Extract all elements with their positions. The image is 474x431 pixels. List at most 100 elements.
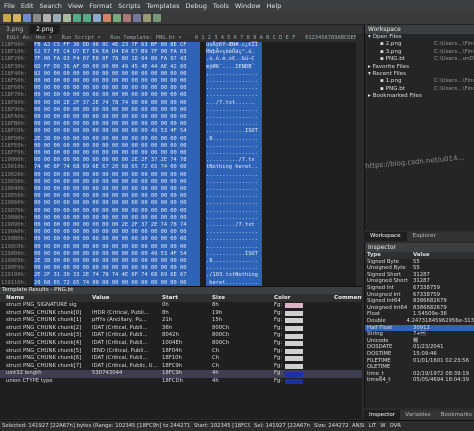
menu-help[interactable]: Help [267,2,282,10]
compare-icon[interactable] [153,14,161,22]
hex-row[interactable]: 118F40h: 82 00 00 00 00 00 00 00 00 00 00… [0,70,362,78]
row-hex-bytes[interactable]: 00 00 00 00 00 00 00 00 00 00 00 00 00 0… [34,265,200,273]
inspector-row[interactable]: Unsigned Int64 8386682679 [365,305,474,312]
tab-variables[interactable]: Variables [400,410,436,420]
inspector-value[interactable]: 8386682679 [413,298,447,305]
inspector-row[interactable]: Unicode 稷 [365,338,474,345]
col-start[interactable]: Start [162,294,212,302]
row-ascii[interactable]: .../7.txt...... [206,99,262,107]
menu-templates[interactable]: Templates [146,2,179,10]
row-ascii[interactable]: ./103.txtNothing [206,272,262,280]
hex-row[interactable]: 1190F0h: 00 00 00 00 00 00 00 00 00 00 00… [0,265,362,273]
workspace-file-item[interactable]: ▪ 1.pngC:\Users...\Findme\ [368,78,474,85]
color-swatch[interactable] [285,303,304,309]
row-ascii[interactable]: ................ [206,200,262,208]
inspector-value[interactable]: 稷 [413,338,418,345]
tab-workspace[interactable]: Workspace [364,232,407,241]
hex-row[interactable]: 118F00h: FB A2 C5 FF 36 DD 96 8C 4E 23 7F… [0,42,362,50]
row-hex-bytes[interactable]: 00 00 00 00 00 00 00 00 00 2E 2F 37 2E 7… [34,222,200,230]
col-comment[interactable]: Comment [334,294,362,302]
row-ascii[interactable]: ................ [206,142,262,150]
open-folder-icon[interactable] [13,14,21,22]
inspector-value[interactable]: 67338759 [413,292,440,299]
row-hex-bytes[interactable]: 00 00 00 00 00 00 00 00 00 00 00 00 00 0… [34,236,200,244]
color-swatch[interactable] [285,379,304,385]
hex-row[interactable]: 119020h: 00 00 00 00 00 00 00 00 00 00 00… [0,171,362,179]
save-icon[interactable] [23,14,31,22]
row-ascii[interactable]: tNothing heret.. [206,164,262,172]
color-swatch[interactable] [285,318,304,324]
color-swatch[interactable] [285,348,304,354]
hex-row[interactable]: 119010h: 74 4E 6F 74 68 69 6E 67 20 68 65… [0,164,362,172]
row-hex-bytes[interactable]: 00 00 00 00 00 00 00 00 00 00 00 00 49 5… [34,128,200,136]
row-hex-bytes[interactable]: 00 00 00 00 00 00 00 00 00 00 00 00 00 0… [34,207,200,215]
replace-icon[interactable] [103,14,111,22]
inspector-value[interactable]: 31287 [413,278,430,285]
color-swatch[interactable] [285,364,304,370]
inspector-value[interactable]: 67338759 [413,285,440,292]
row-ascii[interactable]: .ú.ô.è.x€..‰ú—C [206,56,262,64]
inspector-value[interactable]: 55 [413,259,420,266]
color-swatch[interactable] [285,341,304,347]
row-ascii[interactable]: ‚............... [206,70,262,78]
hex-row[interactable]: 119070h: 00 00 00 00 00 00 00 00 00 00 00… [0,207,362,215]
row-hex-bytes[interactable]: 6D FF D8 36 AF 00 00 00 00 49 45 4E 44 A… [34,63,200,71]
hex-row[interactable]: 118F20h: 7F 00 FA 03 F4 07 E8 0F 78 80 1D… [0,56,362,64]
hex-row[interactable]: 118F90h: 00 00 00 00 00 00 00 00 00 00 00… [0,106,362,114]
inspector-row[interactable]: Signed Int 67338759 [365,285,474,292]
row-hex-bytes[interactable]: 52 57 FE C4 D7 E7 EA EA D4 E4 E7 B9 7F 0… [34,49,200,57]
row-ascii[interactable]: ................ [206,186,262,194]
paste-icon[interactable] [63,14,71,22]
hex-row[interactable]: 118F60h: 00 00 00 00 00 00 00 00 00 00 00… [0,85,362,93]
inspector-value[interactable]: 02/19/1972 08:39:19 [413,371,469,378]
recent-files-node[interactable]: ▾ Recent Files [368,71,474,78]
row-ascii[interactable]: ................ [206,265,262,273]
table-row[interactable]: struct PNG_CHUNK chunk[7] IDAT (Critical,… [0,363,362,371]
row-hex-bytes[interactable]: 00 00 00 00 00 00 00 00 00 00 00 00 00 0… [34,229,200,237]
hex-row[interactable]: 119050h: 00 00 00 00 00 00 00 00 00 00 00… [0,193,362,201]
row-ascii[interactable]: ........./7.txt [206,222,262,230]
row-hex-bytes[interactable]: FB A2 C5 FF 36 DD 96 8C 4E 23 7F 63 BF 8… [34,42,200,50]
row-ascii[interactable]: ........../7.tx [206,157,262,165]
menu-tools[interactable]: Tools [213,2,229,10]
inspector-row[interactable]: time64_t 05/05/4694 18:04:39 [365,377,474,384]
row-ascii[interactable]: ................ [206,178,262,186]
row-hex-bytes[interactable]: 00 00 00 00 00 00 00 00 00 00 00 00 00 0… [34,193,200,201]
table-row[interactable]: struct PNG_CHUNK chunk[0] IHDR (Critical,… [0,310,362,318]
menu-search[interactable]: Search [39,2,61,10]
hex-icon[interactable] [143,14,151,22]
tab-3-png[interactable]: 3.png [0,25,31,34]
row-hex-bytes[interactable]: 2E 38 00 00 00 00 00 00 00 00 00 00 00 0… [34,135,200,143]
row-ascii[interactable]: ................ [206,193,262,201]
col-value[interactable]: Value [92,294,162,302]
row-ascii[interactable]: ................ [206,106,262,114]
row-ascii[interactable]: ................ [206,114,262,122]
row-ascii[interactable]: ................ [206,214,262,222]
inspector-row[interactable]: Float 1.54509e-36 [365,311,474,318]
row-hex-bytes[interactable]: 7F 00 FA 03 F4 07 E8 0F 78 80 1D 04 89 F… [34,56,200,64]
hex-row[interactable]: 119060h: 00 00 00 00 00 00 00 00 00 00 00… [0,200,362,208]
menu-file[interactable]: File [4,2,15,10]
inspector-row[interactable]: Signed Byte 55 [365,259,474,266]
table-row[interactable]: union CTYPE type 18FCDh 4h Fg: [0,378,362,386]
inspector-row[interactable]: DOSDATE 01/23/2041 [365,344,474,351]
find-icon[interactable] [93,14,101,22]
table-row[interactable]: struct PNG_SIGNATURE sig 0h 8h Fg: [0,302,362,310]
hex-row[interactable]: 119100h: 2E 2F 31 30 33 2E 74 78 74 4E 6F… [0,272,362,280]
hex-row[interactable]: 119000h: 00 00 00 00 00 00 00 00 00 00 2E… [0,157,362,165]
col-size[interactable]: Size [212,294,260,302]
run-template-icon[interactable] [113,14,121,22]
table-row[interactable]: uint32 length 530743044 18FC9h 4h Fg: [0,370,362,378]
favorite-files-node[interactable]: ▸ Favorite Files [368,64,474,71]
workspace-file-item[interactable]: ▪ 3.pngC:\Users...\Findme\ [368,49,474,56]
inspector-value[interactable]: 15:09:46 [413,351,437,358]
row-ascii[interactable]: ............ISOT [206,250,262,258]
row-hex-bytes[interactable]: 82 00 00 00 00 00 00 00 00 00 00 00 00 0… [34,70,200,78]
table-row[interactable]: struct PNG_CHUNK chunk[6] IDAT (Critical,… [0,355,362,363]
tab-2-png[interactable]: 2.png [30,25,61,34]
hex-row[interactable]: 118FD0h: 2E 38 00 00 00 00 00 00 00 00 00… [0,135,362,143]
table-row[interactable]: struct PNG_CHUNK chunk[4] IDAT (Critical,… [0,340,362,348]
redo-icon[interactable] [83,14,91,22]
new-file-icon[interactable] [3,14,11,22]
table-row[interactable]: struct PNG_CHUNK chunk[2] IDAT (Critical,… [0,325,362,333]
